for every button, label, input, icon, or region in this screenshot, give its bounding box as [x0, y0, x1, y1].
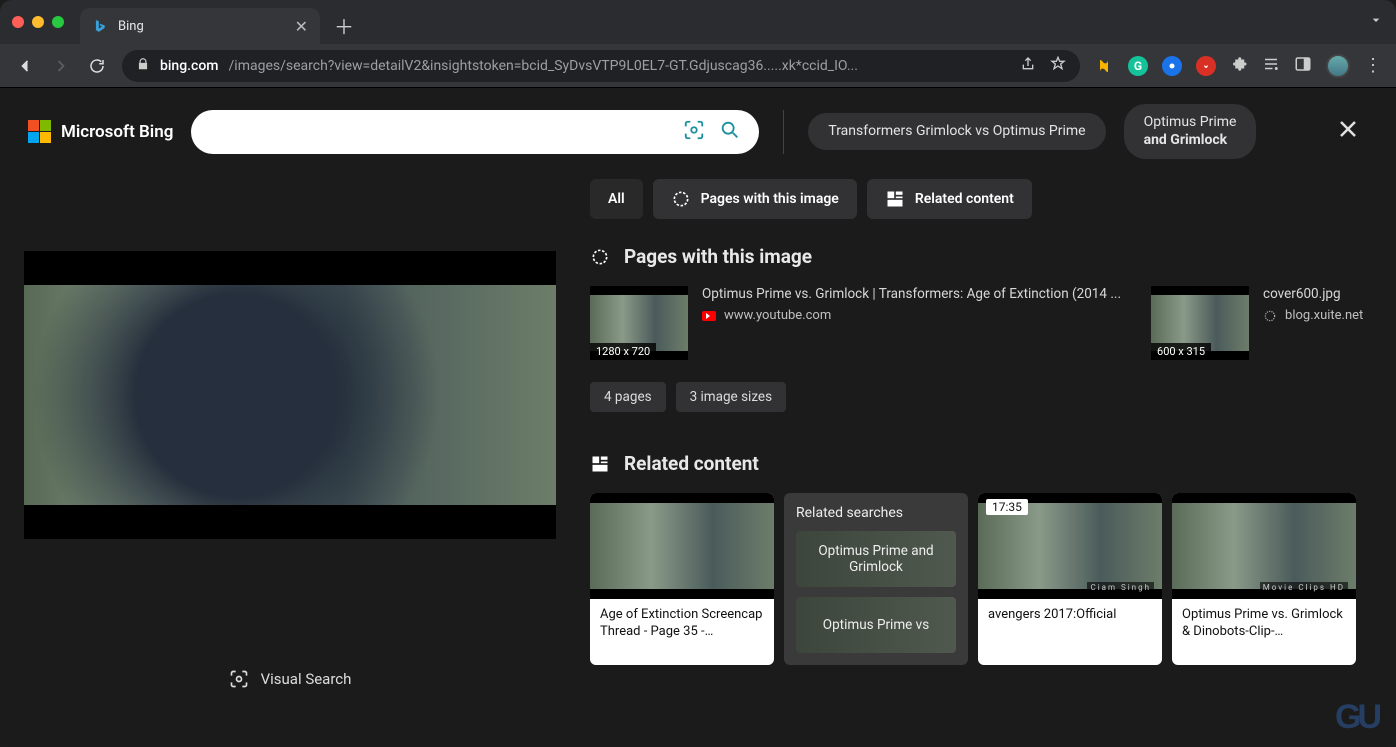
related-caption: avengers 2017:Official: [978, 599, 1162, 632]
image-placeholder: [24, 285, 556, 505]
bing-logo[interactable]: Microsoft Bing: [28, 120, 173, 143]
related-search-item[interactable]: Optimus Prime vs: [796, 597, 956, 653]
browser-menu-icon[interactable]: ⋮: [1364, 55, 1382, 76]
watermark: Ciam Singh: [1087, 582, 1154, 593]
related-card[interactable]: 17:35 Ciam Singh avengers 2017:Official: [978, 493, 1162, 665]
tabs-dropdown-icon[interactable]: [1368, 12, 1384, 32]
related-searches-label: Related searches: [796, 505, 956, 521]
video-duration: 17:35: [986, 499, 1028, 515]
related-section-title: Related content: [590, 452, 1368, 475]
bookmark-icon[interactable]: [1050, 56, 1066, 76]
result-thumbnail: 600 x 315: [1151, 286, 1249, 360]
visual-search-icon[interactable]: [683, 119, 705, 145]
new-tab-button[interactable]: ＋: [334, 11, 354, 40]
related-card[interactable]: Age of Extinction Screencap Thread - Pag…: [590, 493, 774, 665]
window-controls[interactable]: [12, 16, 64, 28]
main-image[interactable]: [24, 251, 556, 539]
related-pill-2[interactable]: Optimus Prime and Grimlock: [1124, 104, 1257, 159]
result-source: blog.xuite.net: [1285, 308, 1363, 323]
search-input[interactable]: [209, 123, 669, 141]
link-icon: [1263, 309, 1277, 323]
browser-tab[interactable]: Bing ✕: [80, 8, 320, 44]
related-search-item[interactable]: Optimus Prime and Grimlock: [796, 531, 956, 587]
side-panel-icon[interactable]: [1294, 55, 1312, 77]
search-icon[interactable]: [719, 119, 741, 145]
visual-search-label: Visual Search: [261, 670, 352, 688]
url-domain: bing.com: [160, 58, 219, 74]
pages-count-chip[interactable]: 4 pages: [590, 382, 666, 412]
extension-icon-1[interactable]: [1094, 56, 1114, 76]
pages-section-title: Pages with this image: [590, 245, 1368, 268]
youtube-icon: [702, 311, 716, 321]
grammarly-icon[interactable]: G: [1128, 56, 1148, 76]
result-source: www.youtube.com: [724, 308, 831, 323]
related-searches: Related searches Optimus Prime and Griml…: [784, 493, 968, 665]
related-pill-1[interactable]: Transformers Grimlock vs Optimus Prime: [808, 113, 1105, 151]
back-button[interactable]: [14, 55, 36, 77]
watermark: Movie Clips HD: [1260, 582, 1348, 593]
address-bar[interactable]: bing.com /images/search?view=detailV2&in…: [122, 50, 1080, 82]
divider: [783, 110, 784, 154]
tab-pages-with-image[interactable]: Pages with this image: [653, 179, 857, 219]
tab-all[interactable]: All: [590, 179, 643, 219]
extension-icon-3[interactable]: [1162, 56, 1182, 76]
search-box[interactable]: [191, 110, 759, 154]
reload-button[interactable]: [86, 55, 108, 77]
url-path: /images/search?view=detailV2&insightstok…: [229, 58, 858, 74]
close-tab-icon[interactable]: ✕: [295, 17, 308, 36]
minimize-window[interactable]: [32, 16, 44, 28]
microsoft-logo-icon: [28, 120, 51, 143]
extension-icon-4[interactable]: [1196, 56, 1216, 76]
close-window[interactable]: [12, 16, 24, 28]
image-dimensions: 1280 x 720: [590, 343, 656, 360]
tab-related-content[interactable]: Related content: [867, 179, 1032, 219]
result-thumbnail: 1280 x 720: [590, 286, 688, 360]
maximize-window[interactable]: [52, 16, 64, 28]
related-card[interactable]: Movie Clips HD Optimus Prime vs. Grimloc…: [1172, 493, 1356, 665]
profile-avatar[interactable]: [1326, 54, 1350, 78]
logo-text: Microsoft Bing: [61, 122, 173, 142]
lock-icon: [136, 57, 150, 75]
bing-favicon-icon: [92, 18, 108, 34]
sizes-count-chip[interactable]: 3 image sizes: [676, 382, 786, 412]
close-detail-button[interactable]: [1328, 109, 1368, 155]
result-title[interactable]: Optimus Prime vs. Grimlock | Transformer…: [702, 286, 1121, 302]
forward-button[interactable]: [50, 55, 72, 77]
related-caption: Age of Extinction Screencap Thread - Pag…: [590, 599, 774, 649]
result-title[interactable]: cover600.jpg: [1263, 286, 1363, 302]
site-watermark: GU: [1335, 698, 1378, 737]
page-result[interactable]: 1280 x 720 Optimus Prime vs. Grimlock | …: [590, 286, 1121, 360]
related-caption: Optimus Prime vs. Grimlock & Dinobots-Cl…: [1172, 599, 1356, 649]
share-icon[interactable]: [1020, 56, 1036, 76]
tab-title: Bing: [118, 19, 144, 34]
page-result[interactable]: 600 x 315 cover600.jpg blog.xuite.net: [1151, 286, 1363, 360]
visual-search-button[interactable]: Visual Search: [229, 669, 352, 689]
image-dimensions: 600 x 315: [1151, 343, 1211, 360]
reading-list-icon[interactable]: [1262, 55, 1280, 77]
extensions-puzzle-icon[interactable]: [1230, 55, 1248, 77]
